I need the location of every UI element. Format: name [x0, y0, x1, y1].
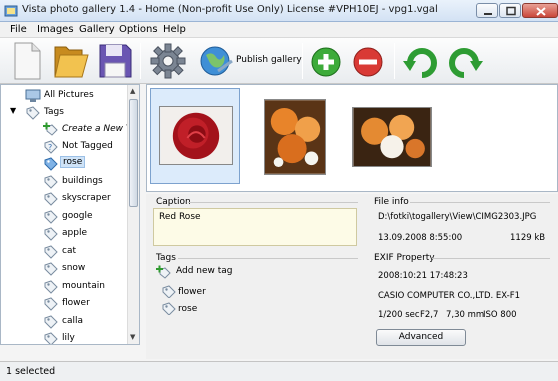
- tag-icon: [26, 106, 40, 120]
- save-disk-icon[interactable]: [96, 41, 134, 81]
- toolbar: Publish gallery: [0, 38, 558, 84]
- publish-globe-icon[interactable]: [198, 41, 234, 81]
- tag-icon: [44, 210, 58, 224]
- computer-icon: [25, 89, 41, 102]
- new-document-icon[interactable]: [10, 41, 44, 81]
- window-title: Vista photo gallery 1.4 - Home (Non-prof…: [22, 4, 438, 15]
- caption-field[interactable]: Red Rose: [153, 208, 357, 246]
- exif-title: EXIF Property: [374, 253, 435, 263]
- file-info-title: File info: [374, 197, 409, 207]
- tag-icon: [44, 315, 58, 329]
- menu-file[interactable]: File: [10, 24, 27, 35]
- tree-scrollbar[interactable]: ▲ ▼: [127, 85, 139, 344]
- menu-bar: File Images Gallery Options Help: [0, 22, 558, 38]
- file-size: 1129 kB: [510, 233, 546, 243]
- close-button[interactable]: [522, 3, 558, 18]
- menu-gallery[interactable]: Gallery: [79, 24, 115, 35]
- app-icon: [4, 5, 18, 17]
- status-text: 1 selected: [6, 366, 56, 377]
- exif-aperture: F2,7: [420, 310, 439, 320]
- exif-camera: CASIO COMPUTER CO.,LTD. EX-F1: [378, 291, 521, 301]
- settings-gear-icon[interactable]: [148, 41, 188, 81]
- orange-bouquet-photo: [352, 107, 432, 167]
- publish-gallery-label[interactable]: Publish gallery: [236, 55, 302, 65]
- tag-item-rose[interactable]: rose: [178, 304, 197, 314]
- tag-tree: All Pictures ▼ Tags Create a New Ta ? No…: [0, 84, 140, 345]
- tag-icon: [44, 227, 58, 241]
- exif-iso: ISO 800: [483, 310, 517, 320]
- title-bar: Vista photo gallery 1.4 - Home (Non-prof…: [0, 0, 558, 22]
- tag-icon: [44, 157, 58, 171]
- rotate-right-icon[interactable]: [446, 41, 484, 81]
- maximize-button[interactable]: [499, 3, 521, 18]
- exif-datetime: 2008:10:21 17:48:23: [378, 271, 468, 281]
- thumbnail-orange-flowers[interactable]: [244, 88, 334, 184]
- svg-text:?: ?: [48, 143, 52, 152]
- file-path: D:\fotki\togallery\View\CIMG2303.JPG: [378, 212, 537, 222]
- advanced-button[interactable]: Advanced: [376, 329, 466, 346]
- open-folder-icon[interactable]: [52, 41, 90, 81]
- menu-options[interactable]: Options: [119, 24, 158, 35]
- scroll-down-icon[interactable]: ▼: [130, 333, 135, 341]
- tag-icon: [44, 245, 58, 259]
- tag-icon: [162, 302, 176, 315]
- rotate-left-icon[interactable]: [402, 41, 440, 81]
- tag-item-flower[interactable]: flower: [178, 287, 206, 297]
- exif-exposure: 1/200 sec: [378, 310, 420, 320]
- thumbnail-red-rose[interactable]: [150, 88, 240, 184]
- tag-icon: [44, 297, 58, 311]
- red-rose-photo: [159, 106, 233, 165]
- orange-flowers-photo: [264, 99, 326, 175]
- tags-title: Tags: [156, 253, 176, 263]
- scroll-up-icon[interactable]: ▲: [130, 87, 135, 95]
- menu-help[interactable]: Help: [163, 24, 186, 35]
- caption-title: Caption: [156, 197, 191, 207]
- tag-icon: [44, 192, 58, 206]
- tag-icon: [44, 280, 58, 294]
- exif-focal-length: 7,30 mm: [446, 310, 485, 320]
- menu-images[interactable]: Images: [37, 24, 74, 35]
- collapse-arrow-icon[interactable]: ▼: [10, 106, 16, 115]
- caption-value: Red Rose: [159, 212, 201, 222]
- untagged-icon: ?: [44, 140, 58, 154]
- tag-icon: [44, 262, 58, 276]
- thumbnail-orange-bouquet[interactable]: [338, 88, 432, 184]
- minimize-button[interactable]: [476, 3, 498, 18]
- scrollbar-thumb[interactable]: [129, 99, 138, 207]
- tag-icon: [44, 332, 58, 344]
- thumbnail-strip: [146, 84, 558, 192]
- add-tag-icon[interactable]: [156, 265, 172, 279]
- add-tag-icon: [43, 122, 58, 136]
- tag-icon: [44, 175, 58, 189]
- remove-icon[interactable]: [352, 41, 384, 81]
- add-icon[interactable]: [310, 41, 342, 81]
- add-new-tag-link[interactable]: Add new tag: [176, 266, 233, 276]
- status-bar: 1 selected: [0, 361, 558, 381]
- file-date: 13.09.2008 8:55:00: [378, 233, 463, 243]
- tag-icon: [162, 285, 176, 298]
